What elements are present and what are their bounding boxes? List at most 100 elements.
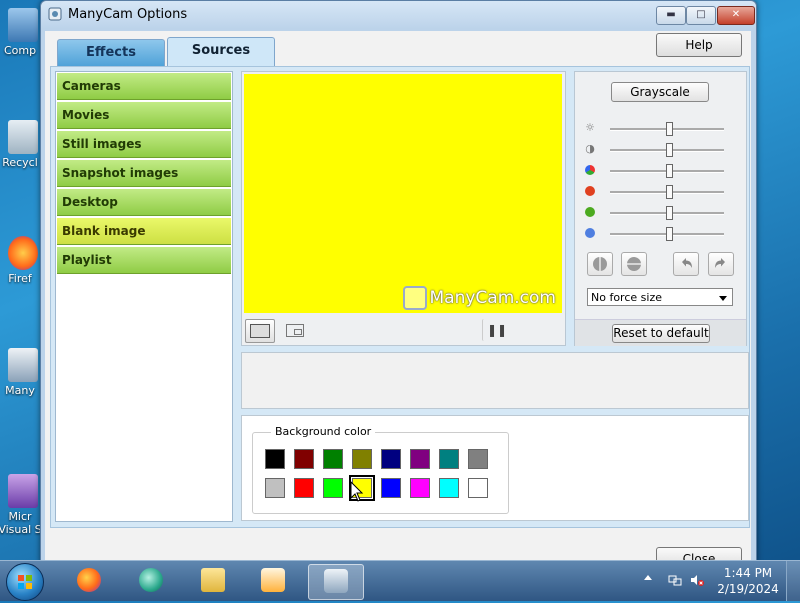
source-item-desktop[interactable]: Desktop bbox=[57, 189, 231, 216]
manycam-app-icon bbox=[48, 7, 62, 21]
watermark-text: ManyCam.com bbox=[429, 288, 556, 308]
source-item-still-images[interactable]: Still images bbox=[57, 131, 231, 158]
taskbar-manycam[interactable] bbox=[308, 564, 364, 600]
network-icon[interactable] bbox=[668, 573, 682, 587]
color-swatch[interactable] bbox=[381, 478, 401, 498]
fullscreen-icon bbox=[250, 324, 270, 338]
color-swatch[interactable] bbox=[410, 449, 430, 469]
fullscreen-view-button[interactable] bbox=[245, 319, 275, 343]
slider-thumb[interactable] bbox=[666, 143, 673, 157]
source-item-playlist[interactable]: Playlist bbox=[57, 247, 231, 274]
brightness-slider[interactable]: ☼ bbox=[585, 121, 735, 137]
show-hidden-icons-icon[interactable] bbox=[644, 575, 652, 580]
color-swatch[interactable] bbox=[323, 449, 343, 469]
app-2-icon bbox=[139, 568, 163, 592]
visual-studio-icon bbox=[8, 474, 38, 508]
contrast-icon: ◑ bbox=[585, 142, 595, 155]
slider-thumb[interactable] bbox=[666, 122, 673, 136]
source-item-snapshot-images[interactable]: Snapshot images bbox=[57, 160, 231, 187]
manycam-icon bbox=[324, 569, 348, 593]
computer-icon bbox=[8, 8, 38, 42]
manycam-icon bbox=[8, 348, 38, 382]
background-color-panel: Background color bbox=[241, 415, 749, 521]
adjustments-panel: Grayscale ☼ ◑ No force size Reset to def… bbox=[574, 71, 747, 346]
saturation-slider[interactable] bbox=[585, 163, 735, 179]
slider-thumb[interactable] bbox=[666, 164, 673, 178]
recycle-bin-icon bbox=[8, 120, 38, 154]
window-title: ManyCam Options bbox=[68, 7, 188, 22]
tab-sources[interactable]: Sources bbox=[167, 37, 275, 67]
pause-button[interactable]: ❚❚ bbox=[482, 319, 511, 341]
red-dot-icon bbox=[585, 186, 595, 196]
color-swatch[interactable] bbox=[265, 478, 285, 498]
slider-thumb[interactable] bbox=[666, 227, 673, 241]
blue-slider[interactable] bbox=[585, 226, 735, 242]
minimize-button[interactable]: ▬ bbox=[656, 6, 686, 25]
source-item-movies[interactable]: Movies bbox=[57, 102, 231, 129]
color-swatch[interactable] bbox=[381, 449, 401, 469]
color-swatch[interactable] bbox=[439, 449, 459, 469]
clock[interactable]: 1:44 PM 2/19/2024 bbox=[716, 565, 780, 597]
color-swatch[interactable] bbox=[294, 449, 314, 469]
sources-panel: Cameras Movies Still images Snapshot ima… bbox=[50, 66, 750, 528]
green-slider[interactable] bbox=[585, 205, 735, 221]
title-bar[interactable]: ManyCam Options ▬ □ ✕ bbox=[41, 1, 756, 29]
maximize-button[interactable]: □ bbox=[686, 6, 716, 25]
show-desktop-button[interactable] bbox=[786, 561, 800, 601]
picture-in-picture-icon bbox=[286, 324, 304, 337]
blue-dot-icon bbox=[585, 228, 595, 238]
force-size-value: No force size bbox=[591, 291, 662, 304]
slider-thumb[interactable] bbox=[666, 206, 673, 220]
folder-icon bbox=[201, 568, 225, 592]
windows-logo-icon bbox=[18, 575, 32, 589]
picture-in-picture-button[interactable] bbox=[282, 319, 308, 341]
firefox-icon bbox=[8, 236, 38, 270]
color-swatch[interactable] bbox=[410, 478, 430, 498]
taskbar-media-player[interactable] bbox=[246, 564, 300, 598]
slider-thumb[interactable] bbox=[666, 185, 673, 199]
source-list: Cameras Movies Still images Snapshot ima… bbox=[55, 71, 233, 522]
manycam-logo-icon bbox=[402, 286, 427, 310]
flip-horizontal-icon bbox=[593, 257, 607, 271]
rotate-right-button[interactable] bbox=[708, 252, 734, 276]
color-swatch[interactable] bbox=[468, 449, 488, 469]
reset-to-default-button[interactable]: Reset to default bbox=[612, 324, 710, 343]
color-swatch[interactable] bbox=[323, 478, 343, 498]
speaker-muted-icon[interactable] bbox=[690, 573, 704, 587]
start-button[interactable] bbox=[6, 563, 44, 601]
red-slider[interactable] bbox=[585, 184, 735, 200]
video-preview: ManyCam.com bbox=[244, 74, 562, 313]
rotate-left-button[interactable] bbox=[673, 252, 699, 276]
color-swatch[interactable] bbox=[294, 478, 314, 498]
chevron-down-icon bbox=[719, 296, 727, 301]
tab-effects[interactable]: Effects bbox=[57, 39, 165, 66]
color-swatch[interactable] bbox=[468, 478, 488, 498]
taskbar-firefox[interactable] bbox=[62, 564, 116, 598]
clock-date: 2/19/2024 bbox=[717, 582, 779, 596]
flip-vertical-icon bbox=[627, 257, 641, 271]
color-swatch[interactable] bbox=[352, 449, 372, 469]
taskbar-app-2[interactable] bbox=[124, 564, 178, 598]
sun-icon: ☼ bbox=[585, 121, 595, 134]
source-item-cameras[interactable]: Cameras bbox=[57, 73, 231, 100]
force-size-select[interactable]: No force size bbox=[587, 288, 733, 306]
color-wheel-icon bbox=[585, 165, 595, 175]
clock-time: 1:44 PM bbox=[723, 566, 773, 580]
info-panel bbox=[241, 352, 749, 409]
grayscale-button[interactable]: Grayscale bbox=[611, 82, 709, 102]
source-item-blank-image[interactable]: Blank image bbox=[57, 218, 231, 245]
preview-box: ManyCam.com ❚❚ bbox=[241, 71, 566, 346]
color-swatch[interactable] bbox=[265, 449, 285, 469]
contrast-slider[interactable]: ◑ bbox=[585, 142, 735, 158]
color-swatch[interactable] bbox=[439, 478, 459, 498]
help-button[interactable]: Help bbox=[656, 33, 742, 57]
rotate-right-icon bbox=[715, 258, 725, 268]
flip-horizontal-button[interactable] bbox=[587, 252, 613, 276]
taskbar-explorer[interactable] bbox=[186, 564, 240, 598]
window-client: Effects Sources Help Cameras Movies Stil… bbox=[45, 31, 751, 569]
close-window-button[interactable]: ✕ bbox=[717, 6, 755, 25]
flip-vertical-button[interactable] bbox=[621, 252, 647, 276]
green-dot-icon bbox=[585, 207, 595, 217]
manycam-watermark: ManyCam.com bbox=[402, 286, 556, 310]
media-player-icon bbox=[261, 568, 285, 592]
